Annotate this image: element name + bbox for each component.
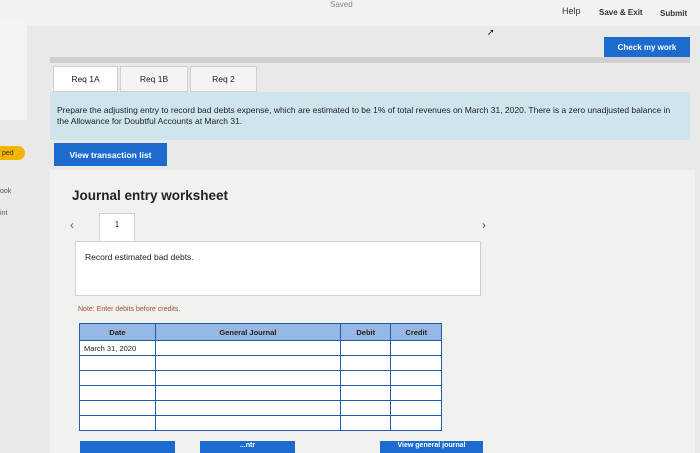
credit-cell[interactable] (390, 370, 442, 386)
date-cell[interactable] (79, 415, 156, 431)
entry-description: Record estimated bad debts. (85, 252, 194, 262)
col-header-debit: Debit (340, 323, 392, 341)
col-header-general-journal: General Journal (154, 323, 342, 341)
mouse-cursor-icon: ➚ (487, 27, 495, 37)
side-label-book[interactable]: ook (0, 188, 11, 195)
chevron-left-icon[interactable]: ‹ (70, 218, 74, 232)
tab-req-1b[interactable]: Req 1B (120, 66, 188, 92)
view-general-journal-button[interactable]: View general journal (380, 441, 483, 453)
side-badge[interactable]: ped (0, 146, 25, 160)
entry-page-tab[interactable]: 1 (99, 213, 135, 242)
credit-cell[interactable] (390, 385, 442, 401)
date-cell[interactable] (79, 370, 156, 386)
view-transaction-list-button[interactable]: View transaction list (54, 143, 167, 166)
note-text: Note: Enter debits before credits. (78, 306, 181, 313)
check-my-work-button[interactable]: Check my work (604, 37, 690, 57)
side-label-print[interactable]: int (0, 210, 7, 217)
left-side-panel (0, 20, 27, 120)
chevron-right-icon[interactable]: › (482, 218, 486, 232)
instructions-text: Prepare the adjusting entry to record ba… (50, 92, 690, 140)
table-row: March 31, 2020 (79, 340, 442, 356)
debit-cell[interactable] (340, 400, 392, 416)
help-link[interactable]: Help (562, 6, 581, 16)
save-exit-link[interactable]: Save & Exit (599, 8, 643, 17)
account-cell[interactable] (154, 370, 342, 386)
worksheet-title: Journal entry worksheet (72, 188, 229, 203)
credit-cell[interactable] (390, 415, 442, 431)
top-bar: Saved Help Save & Exit Submit (0, 0, 700, 26)
table-row (79, 400, 442, 416)
credit-cell[interactable] (390, 400, 442, 416)
table-row (79, 415, 442, 431)
account-cell[interactable] (154, 415, 342, 431)
record-entry-button[interactable] (80, 441, 175, 453)
date-cell[interactable] (79, 355, 156, 371)
account-cell[interactable] (154, 340, 342, 356)
debit-cell[interactable] (340, 340, 392, 356)
account-cell[interactable] (154, 385, 342, 401)
entry-description-box (75, 241, 481, 296)
account-cell[interactable] (154, 355, 342, 371)
clear-entry-button[interactable]: ...ntr (200, 441, 295, 453)
debit-cell[interactable] (340, 415, 392, 431)
date-cell[interactable] (79, 400, 156, 416)
tab-req-2[interactable]: Req 2 (190, 66, 257, 92)
date-cell[interactable] (79, 385, 156, 401)
credit-cell[interactable] (390, 355, 442, 371)
tab-req-1a[interactable]: Req 1A (53, 66, 118, 92)
table-row (79, 355, 442, 371)
journal-table: Date General Journal Debit Credit March … (79, 323, 442, 431)
debit-cell[interactable] (340, 385, 392, 401)
table-row (79, 370, 442, 386)
submit-link[interactable]: Submit (660, 9, 687, 18)
account-cell[interactable] (154, 400, 342, 416)
col-header-date: Date (79, 323, 156, 341)
table-row (79, 385, 442, 401)
saved-status: Saved (330, 0, 353, 9)
col-header-credit: Credit (390, 323, 442, 341)
credit-cell[interactable] (390, 340, 442, 356)
debit-cell[interactable] (340, 355, 392, 371)
debit-cell[interactable] (340, 370, 392, 386)
divider-bar (50, 57, 690, 63)
date-cell[interactable]: March 31, 2020 (79, 340, 156, 356)
